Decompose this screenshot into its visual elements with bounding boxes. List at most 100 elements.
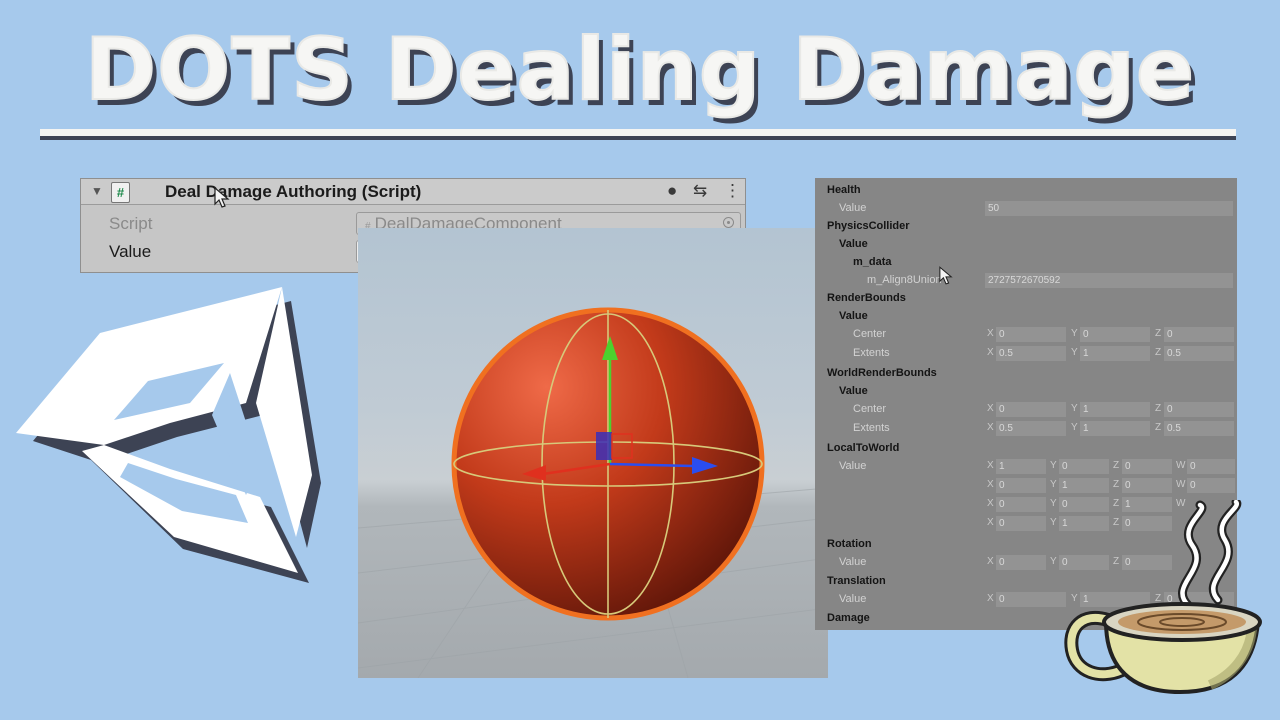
field-label: Center bbox=[853, 328, 887, 340]
component-title: Deal Damage Authoring (Script) bbox=[165, 182, 422, 201]
center-y-field[interactable]: 1 bbox=[1080, 402, 1150, 417]
ltw-row-2: X 0 Y 1 Z 0 W 0 bbox=[815, 477, 1237, 495]
extents-z-field[interactable]: 0.5 bbox=[1164, 421, 1234, 436]
axis-y-label: Y bbox=[1071, 328, 1078, 339]
field-label: Extents bbox=[853, 422, 890, 434]
matrix-cell[interactable]: 0 bbox=[1187, 459, 1235, 474]
extents-z-field[interactable]: 0.5 bbox=[1164, 346, 1234, 361]
coffee-cup-icon bbox=[1064, 500, 1262, 695]
axis-y-label: Y bbox=[1050, 479, 1057, 490]
matrix-cell[interactable]: 0 bbox=[996, 478, 1046, 493]
unity-logo-icon bbox=[16, 287, 321, 583]
matrix-cell[interactable]: 1 bbox=[996, 459, 1046, 474]
field-label: m_Align8Union bbox=[867, 274, 942, 286]
axis-z-label: Z bbox=[1155, 328, 1162, 339]
presets-icon[interactable]: ⇆ bbox=[693, 181, 707, 201]
matrix-cell[interactable]: 0 bbox=[996, 497, 1046, 512]
axis-x-label: X bbox=[987, 479, 994, 490]
axis-x-label: X bbox=[987, 347, 994, 358]
matrix-cell[interactable]: 0 bbox=[1122, 459, 1172, 474]
matrix-cell[interactable]: 0 bbox=[1187, 478, 1235, 493]
field-label: m_data bbox=[853, 256, 892, 268]
component-render-bounds[interactable]: RenderBounds bbox=[815, 290, 1237, 308]
axis-y-label: Y bbox=[1050, 556, 1057, 567]
component-label: RenderBounds bbox=[827, 292, 906, 304]
render-bounds-center-row: Center X 0 Y 0 Z 0 bbox=[815, 326, 1237, 344]
component-label: PhysicsCollider bbox=[827, 220, 910, 232]
object-picker-icon[interactable] bbox=[723, 217, 734, 228]
collider-value-row: Value bbox=[815, 236, 1237, 254]
axis-x-label: X bbox=[987, 460, 994, 471]
center-y-field[interactable]: 0 bbox=[1080, 327, 1150, 342]
axis-z-label: Z bbox=[1155, 347, 1162, 358]
matrix-cell[interactable]: 0 bbox=[996, 516, 1046, 531]
csharp-script-icon: # bbox=[111, 182, 130, 203]
align-value-field[interactable]: 2727572670592 bbox=[985, 273, 1233, 288]
axis-y-label: Y bbox=[1071, 422, 1078, 433]
component-local-to-world[interactable]: LocalToWorld bbox=[815, 440, 1237, 458]
extents-x-field[interactable]: 0.5 bbox=[996, 346, 1066, 361]
mouse-cursor-icon bbox=[939, 266, 953, 285]
rotation-x-field[interactable]: 0 bbox=[996, 555, 1046, 570]
component-label: Translation bbox=[827, 575, 886, 587]
field-label: Value bbox=[839, 202, 867, 214]
component-label: Damage bbox=[827, 612, 870, 624]
value-label: Value bbox=[109, 242, 152, 261]
center-x-field[interactable]: 0 bbox=[996, 327, 1066, 342]
center-z-field[interactable]: 0 bbox=[1164, 327, 1234, 342]
collider-align-row: m_Align8Union 2727572670592 bbox=[815, 266, 1237, 290]
component-header[interactable]: ▼ # Deal Damage Authoring (Script) ● ⇆ ⋮ bbox=[81, 179, 745, 205]
field-label: Value bbox=[839, 238, 868, 250]
render-bounds-value-row: Value bbox=[815, 308, 1237, 326]
scene-view[interactable] bbox=[358, 228, 828, 678]
extents-x-field[interactable]: 0.5 bbox=[996, 421, 1066, 436]
kebab-menu-icon[interactable]: ⋮ bbox=[724, 181, 741, 201]
component-world-render-bounds[interactable]: WorldRenderBounds bbox=[815, 365, 1237, 383]
health-value-row: Value 50 bbox=[815, 200, 1237, 218]
world-bounds-value-row: Value bbox=[815, 383, 1237, 401]
component-health[interactable]: Health bbox=[815, 182, 1237, 200]
translation-x-field[interactable]: 0 bbox=[996, 592, 1066, 607]
help-icon[interactable]: ● bbox=[667, 181, 677, 201]
health-value-field[interactable]: 50 bbox=[985, 201, 1233, 216]
axis-x-label: X bbox=[987, 328, 994, 339]
component-label: WorldRenderBounds bbox=[827, 367, 937, 379]
field-label: Value bbox=[839, 593, 867, 605]
page-title: DOTS Dealing Damage bbox=[84, 19, 1196, 121]
collider-mdata-row: m_data bbox=[815, 254, 1237, 272]
world-bounds-center-row: Center X 0 Y 1 Z 0 bbox=[815, 401, 1237, 419]
axis-x-label: X bbox=[987, 422, 994, 433]
matrix-cell[interactable]: 0 bbox=[1122, 478, 1172, 493]
field-label: Value bbox=[839, 385, 868, 397]
center-z-field[interactable]: 0 bbox=[1164, 402, 1234, 417]
mouse-cursor-icon bbox=[214, 187, 230, 208]
field-label: Extents bbox=[853, 347, 890, 359]
component-physics-collider[interactable]: PhysicsCollider bbox=[815, 218, 1237, 236]
field-label: Value bbox=[839, 556, 867, 568]
field-label: Center bbox=[853, 403, 887, 415]
axis-y-label: Y bbox=[1071, 347, 1078, 358]
field-label: Value bbox=[839, 460, 867, 472]
axis-x-label: X bbox=[987, 498, 994, 509]
axis-x-label: X bbox=[987, 403, 994, 414]
axis-z-label: Z bbox=[1155, 422, 1162, 433]
scene-viewport bbox=[358, 307, 828, 678]
axis-z-label: Z bbox=[1113, 479, 1120, 490]
world-bounds-extents-row: Extents X 0.5 Y 1 Z 0.5 bbox=[815, 420, 1237, 438]
field-label: Value bbox=[839, 310, 868, 322]
axis-x-label: X bbox=[987, 593, 994, 604]
foldout-arrow-icon[interactable]: ▼ bbox=[91, 184, 103, 198]
axis-x-label: X bbox=[987, 517, 994, 528]
title-underline bbox=[40, 129, 1236, 140]
ltw-row-1: Value X 1 Y 0 Z 0 W 0 bbox=[815, 458, 1237, 476]
axis-y-label: Y bbox=[1050, 517, 1057, 528]
extents-y-field[interactable]: 1 bbox=[1080, 346, 1150, 361]
component-label: Health bbox=[827, 184, 861, 196]
center-x-field[interactable]: 0 bbox=[996, 402, 1066, 417]
matrix-cell[interactable]: 1 bbox=[1059, 478, 1109, 493]
extents-y-field[interactable]: 1 bbox=[1080, 421, 1150, 436]
axis-z-label: Z bbox=[1113, 460, 1120, 471]
axis-w-label: W bbox=[1176, 479, 1186, 490]
axis-y-label: Y bbox=[1050, 460, 1057, 471]
matrix-cell[interactable]: 0 bbox=[1059, 459, 1109, 474]
